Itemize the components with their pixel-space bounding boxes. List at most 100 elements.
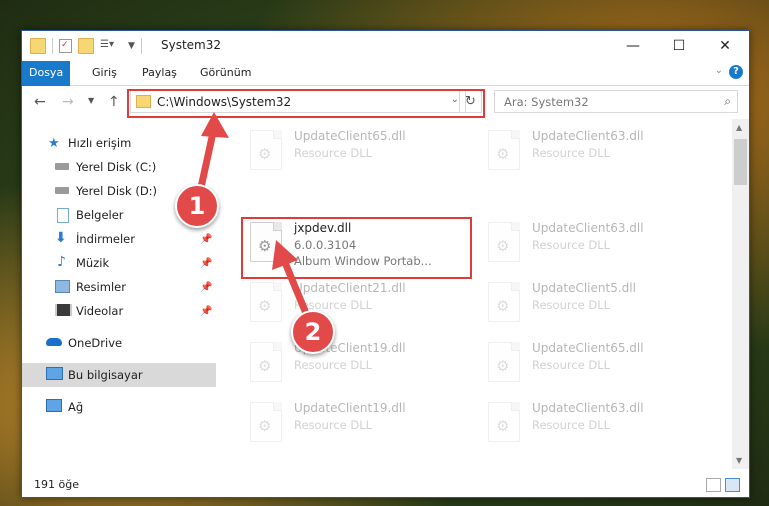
- help-icon[interactable]: ?: [729, 65, 743, 79]
- search-icon[interactable]: ⌕: [724, 94, 731, 109]
- file-list: ⚙ UpdateClient65.dll Resource DLL ⚙ Upda…: [217, 119, 732, 474]
- sidebar-item-this-pc[interactable]: Bu bilgisayar: [22, 363, 216, 387]
- file-description: Resource DLL: [294, 146, 373, 160]
- chevron-down-icon[interactable]: ▼: [128, 41, 135, 51]
- sidebar-item-onedrive[interactable]: OneDrive: [22, 331, 216, 355]
- scrollbar-thumb[interactable]: [734, 139, 747, 185]
- network-icon: [46, 399, 62, 412]
- window-title: System32: [161, 38, 222, 52]
- tab-paylas[interactable]: Paylaş: [130, 61, 189, 85]
- sidebar-item-label: Resimler: [76, 280, 126, 294]
- sidebar-item-downloads[interactable]: ⬇ İndirmeler 📌: [22, 227, 216, 251]
- sidebar-item-label: Hızlı erişim: [68, 136, 132, 150]
- up-arrow-icon[interactable]: ↑: [108, 94, 120, 110]
- list-item[interactable]: ⚙ UpdateClient63.dll Resource DLL: [480, 127, 700, 181]
- scroll-down-icon[interactable]: ▼: [736, 456, 742, 465]
- file-description: Resource DLL: [294, 358, 373, 372]
- file-name: UpdateClient65.dll: [532, 341, 644, 355]
- drive-icon: [55, 187, 69, 194]
- star-icon: ★: [48, 136, 60, 151]
- file-description: Resource DLL: [532, 146, 611, 160]
- recent-locations-chevron-icon[interactable]: ▼: [88, 96, 94, 105]
- properties-icon[interactable]: ✓: [59, 39, 72, 53]
- sidebar-item-label: İndirmeler: [76, 232, 135, 246]
- sidebar-item-label: Ağ: [68, 400, 84, 414]
- expand-ribbon-icon[interactable]: ⌄: [715, 65, 723, 76]
- tab-giris[interactable]: Giriş: [80, 61, 129, 85]
- search-input[interactable]: Ara: System32 ⌕: [494, 90, 738, 113]
- navigation-pane: ★ Hızlı erişim Yerel Disk (C:) Yerel Dis…: [22, 119, 216, 474]
- sidebar-item-quick-access[interactable]: ★ Hızlı erişim: [22, 131, 216, 155]
- list-item[interactable]: ⚙ UpdateClient19.dll Resource DLL: [242, 339, 462, 393]
- file-name: UpdateClient21.dll: [294, 281, 406, 295]
- pin-icon[interactable]: 📌: [200, 282, 212, 293]
- forward-arrow-icon[interactable]: →: [62, 94, 74, 110]
- gear-icon: ⚙: [496, 237, 510, 255]
- toolbar-separator: [52, 38, 53, 54]
- sidebar-item-label: Müzik: [76, 256, 110, 270]
- file-name: UpdateClient63.dll: [532, 129, 644, 143]
- file-explorer-window: ✓ ☰▾ ▼ System32 — ☐ ✕ Dosya Giriş Paylaş…: [21, 30, 750, 498]
- pin-icon[interactable]: 📌: [200, 234, 212, 245]
- sidebar-item-label: OneDrive: [68, 336, 123, 350]
- pin-icon[interactable]: 📌: [200, 258, 212, 269]
- sidebar-item-videos[interactable]: Videolar 📌: [22, 299, 216, 323]
- list-item[interactable]: ⚙ UpdateClient65.dll Resource DLL: [480, 339, 700, 393]
- file-description: Resource DLL: [294, 298, 373, 312]
- minimize-button[interactable]: —: [610, 31, 656, 61]
- file-name: UpdateClient63.dll: [532, 401, 644, 415]
- sidebar-item-label: Yerel Disk (C:): [76, 160, 157, 174]
- sidebar-item-music[interactable]: ♪ Müzik 📌: [22, 251, 216, 275]
- drive-icon: [55, 163, 69, 170]
- video-icon: [55, 304, 72, 316]
- gear-icon: ⚙: [258, 145, 272, 163]
- file-description: Resource DLL: [532, 418, 611, 432]
- pin-icon[interactable]: 📌: [200, 306, 212, 317]
- gear-icon: ⚙: [258, 417, 272, 435]
- maximize-button[interactable]: ☐: [656, 31, 702, 61]
- new-folder-icon[interactable]: [78, 38, 94, 54]
- sidebar-item-local-disk-c[interactable]: Yerel Disk (C:): [22, 155, 216, 179]
- sidebar-item-label: Yerel Disk (D:): [76, 184, 158, 198]
- download-icon: ⬇: [55, 230, 67, 246]
- documents-icon: [57, 208, 69, 223]
- back-arrow-icon[interactable]: ←: [34, 94, 46, 110]
- list-item[interactable]: ⚙ UpdateClient63.dll Resource DLL: [480, 219, 700, 273]
- gear-icon: ⚙: [258, 297, 272, 315]
- close-button[interactable]: ✕: [702, 31, 748, 61]
- status-bar: 191 öğe: [22, 474, 749, 496]
- list-item[interactable]: ⚙ UpdateClient5.dll Resource DLL: [480, 279, 700, 333]
- scroll-up-icon[interactable]: ▲: [736, 123, 742, 132]
- list-item[interactable]: ⚙ UpdateClient21.dll Resource DLL: [242, 279, 462, 333]
- sidebar-item-network[interactable]: Ağ: [22, 395, 216, 419]
- gear-icon: ⚙: [496, 417, 510, 435]
- gear-icon: ⚙: [496, 357, 510, 375]
- gear-icon: ⚙: [496, 145, 510, 163]
- details-view-icon[interactable]: [706, 478, 721, 492]
- file-name: UpdateClient5.dll: [532, 281, 636, 295]
- item-count: 191 öğe: [34, 478, 79, 491]
- tab-gorunum[interactable]: Görünüm: [188, 61, 263, 85]
- quick-access-toolbar: ✓ ☰▾ ▼: [30, 38, 142, 54]
- tiles-view-icon[interactable]: [725, 478, 740, 492]
- file-description: Resource DLL: [532, 238, 611, 252]
- step-callout-2: 2: [291, 310, 335, 354]
- list-item[interactable]: ⚙ UpdateClient19.dll Resource DLL: [242, 399, 462, 453]
- music-icon: ♪: [57, 254, 66, 270]
- computer-icon: [46, 367, 63, 380]
- vertical-scrollbar[interactable]: ▲ ▼: [732, 119, 749, 469]
- list-item[interactable]: ⚙ UpdateClient65.dll Resource DLL: [242, 127, 462, 181]
- list-item[interactable]: ⚙ UpdateClient63.dll Resource DLL: [480, 399, 700, 453]
- file-name: UpdateClient65.dll: [294, 129, 406, 143]
- address-highlight-box: [127, 89, 485, 118]
- file-name: UpdateClient19.dll: [294, 401, 406, 415]
- sidebar-item-pictures[interactable]: Resimler 📌: [22, 275, 216, 299]
- file-description: Resource DLL: [532, 298, 611, 312]
- file-name: UpdateClient63.dll: [532, 221, 644, 235]
- gear-icon: ⚙: [258, 357, 272, 375]
- gear-icon: ⚙: [496, 297, 510, 315]
- file-description: Resource DLL: [532, 358, 611, 372]
- sidebar-item-label: Bu bilgisayar: [68, 368, 143, 382]
- customize-toolbar-icon[interactable]: ☰▾: [100, 39, 122, 53]
- navigation-bar: ← → ▼ ↑ C:\Windows\System32 ⌄ ↻ Ara: Sys…: [22, 86, 749, 118]
